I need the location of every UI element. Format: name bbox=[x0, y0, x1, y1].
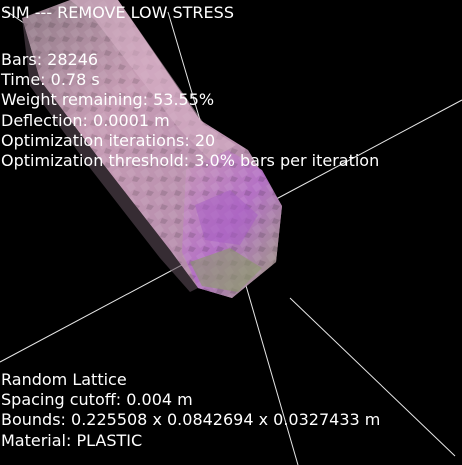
deflection: Deflection: 0.0001 m bbox=[1, 110, 170, 130]
axis-line-left-lower bbox=[0, 257, 196, 363]
sim-title: SIM --- REMOVE LOW STRESS bbox=[1, 3, 234, 22]
optimization-iterations: Optimization iterations: 20 bbox=[1, 130, 216, 150]
hud-lattice-block: Random Lattice Spacing cutoff: 0.004 m B… bbox=[1, 370, 380, 451]
simulation-viewport[interactable]: SIM --- REMOVE LOW STRESS Bars: 28246 Ti… bbox=[0, 0, 462, 465]
weight-remaining: Weight remaining: 53.55% bbox=[1, 90, 215, 110]
lattice-type: Random Lattice bbox=[1, 370, 127, 389]
hud-stats-block: Bars: 28246 Time: 0.78 s Weight remainin… bbox=[1, 50, 379, 171]
bars-count: Bars: 28246 bbox=[1, 50, 99, 69]
sim-time: Time: 0.78 s bbox=[1, 70, 100, 90]
spacing-cutoff: Spacing cutoff: 0.004 m bbox=[1, 390, 193, 410]
bounds: Bounds: 0.225508 x 0.0842694 x 0.0327433… bbox=[1, 410, 381, 430]
material: Material: PLASTIC bbox=[1, 430, 143, 450]
hud-title-block: SIM --- REMOVE LOW STRESS bbox=[1, 3, 234, 23]
optimization-threshold: Optimization threshold: 3.0% bars per it… bbox=[1, 151, 380, 171]
